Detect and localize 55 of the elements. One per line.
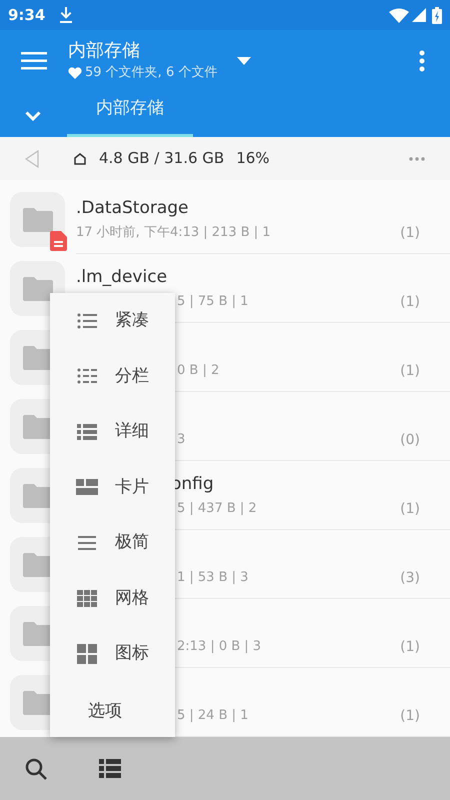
folder-meta: 2:13 | 0 B | 3	[177, 638, 262, 656]
folder-icon	[22, 620, 52, 646]
item-count: (3)	[400, 568, 420, 588]
item-count: (1)	[400, 706, 420, 726]
folder-name: .lm_device	[76, 266, 168, 289]
item-count: (1)	[400, 500, 420, 518]
folder-name: .DataStorage	[76, 196, 189, 220]
folder-tile[interactable]	[10, 192, 65, 247]
menu-item[interactable]: 图标	[50, 626, 175, 682]
menu-item[interactable]: 卡片	[50, 460, 175, 515]
item-count: (1)	[400, 362, 420, 380]
battery-icon	[432, 6, 442, 24]
folder-icon	[22, 276, 52, 302]
download-icon	[59, 7, 74, 23]
menu-icon[interactable]	[21, 52, 47, 70]
folder-icon	[22, 552, 52, 578]
signal-icon	[412, 8, 426, 22]
dropdown-caret-icon[interactable]	[237, 57, 252, 65]
folder-icon	[22, 206, 52, 232]
folder-meta: 5 | 437 B | 2	[177, 500, 257, 518]
menu-item[interactable]: 紧凑	[50, 293, 175, 348]
item-count: (1)	[400, 224, 420, 242]
home-icon[interactable]	[74, 152, 86, 164]
heart-icon	[68, 67, 82, 79]
folder-icon	[22, 482, 52, 508]
folder-meta: 5 | 75 B | 1	[177, 293, 248, 312]
folder-meta: 1 | 53 B | 3	[177, 569, 248, 588]
grid-icon	[75, 642, 99, 666]
item-count: (1)	[400, 638, 420, 656]
folder-icon	[22, 344, 52, 370]
folder-icon	[22, 414, 52, 440]
more-options-icon[interactable]	[419, 50, 425, 72]
back-icon[interactable]	[25, 150, 39, 168]
folder-meta: 0 B | 2	[177, 362, 220, 380]
folder-meta: 17 小时前, 下午4:13 | 213 B | 1	[76, 224, 271, 242]
menu-item[interactable]: 极简	[50, 515, 175, 570]
menu-item[interactable]: 网格	[50, 570, 175, 626]
status-time: 9:34	[8, 4, 46, 26]
wifi-icon	[389, 8, 409, 22]
chevron-down-icon[interactable]	[25, 111, 41, 121]
menu-item[interactable]: 选项	[50, 682, 175, 737]
app-title[interactable]: 内部存储	[68, 39, 218, 64]
storage-usage: 4.8 GB / 31.6 GB	[99, 148, 224, 170]
item-count: (1)	[400, 292, 420, 312]
folder-icon	[22, 690, 52, 716]
menu-item[interactable]: 分栏	[50, 348, 175, 404]
list-view-icon[interactable]	[99, 758, 121, 778]
more-icon[interactable]	[409, 156, 425, 160]
item-count: (0)	[400, 430, 420, 450]
folder-meta: 5 | 24 B | 1	[177, 707, 248, 726]
app-subtitle: 59 个文件夹, 6 个文件	[85, 64, 218, 82]
search-icon[interactable]	[25, 758, 47, 780]
menu-item[interactable]: 详细	[50, 404, 175, 460]
storage-percent: 16%	[236, 148, 270, 170]
folder-meta: 3	[177, 431, 186, 450]
